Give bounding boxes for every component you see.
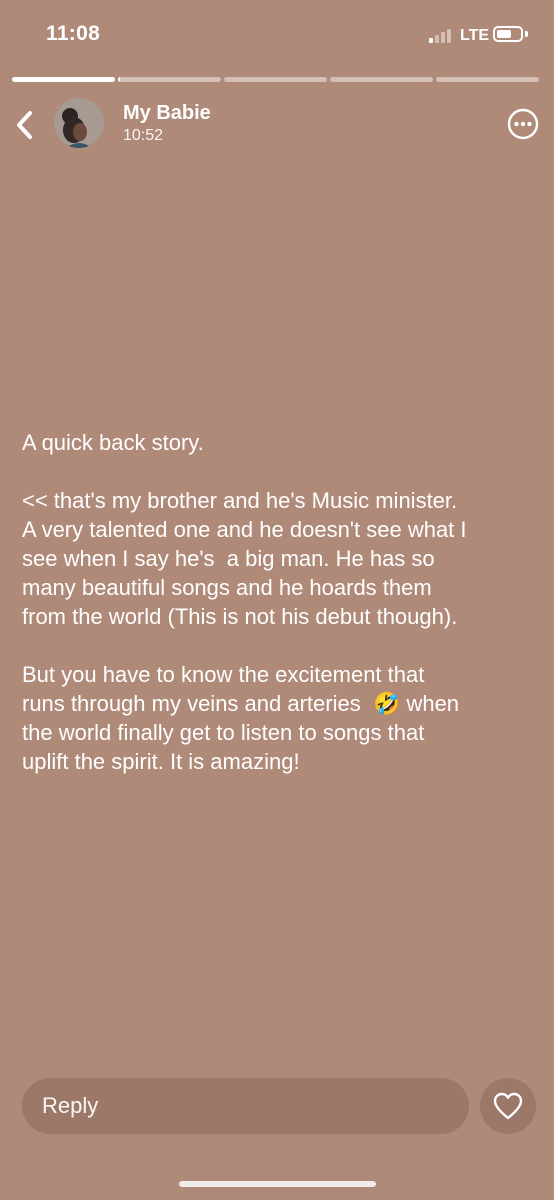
- battery-icon: [493, 26, 523, 42]
- cellular-signal-icon: [429, 29, 455, 43]
- story-paragraph: A quick back story.: [22, 430, 204, 455]
- more-options-button[interactable]: [507, 108, 539, 140]
- story-progress-segment: [12, 77, 115, 82]
- story-progress-segment: [118, 77, 221, 82]
- poster-name[interactable]: My Babie: [123, 102, 211, 125]
- network-type: LTE: [460, 27, 490, 44]
- back-button[interactable]: [12, 108, 38, 142]
- avatar[interactable]: [54, 98, 104, 148]
- story-progress-segment: [436, 77, 539, 82]
- reply-input[interactable]: Reply: [22, 1078, 469, 1134]
- home-indicator[interactable]: [179, 1181, 376, 1187]
- story-paragraph: But you have to know the excitement that…: [22, 662, 460, 774]
- story-text: A quick back story. << that's my brother…: [22, 428, 534, 776]
- heart-icon: [493, 1092, 523, 1120]
- story-progress: [12, 77, 542, 82]
- story-paragraph: << that's my brother and he's Music mini…: [22, 488, 467, 629]
- story-progress-segment: [330, 77, 433, 82]
- like-button[interactable]: [480, 1078, 536, 1134]
- post-time: 10:52: [123, 127, 164, 144]
- more-icon: [507, 108, 539, 140]
- story-header: My Babie 10:52: [0, 96, 554, 156]
- story-progress-segment: [224, 77, 327, 82]
- reply-placeholder: Reply: [42, 1093, 99, 1118]
- status-bar: 11:08 LTE: [0, 0, 554, 70]
- status-time: 11:08: [46, 22, 101, 45]
- chevron-left-icon: [17, 111, 32, 139]
